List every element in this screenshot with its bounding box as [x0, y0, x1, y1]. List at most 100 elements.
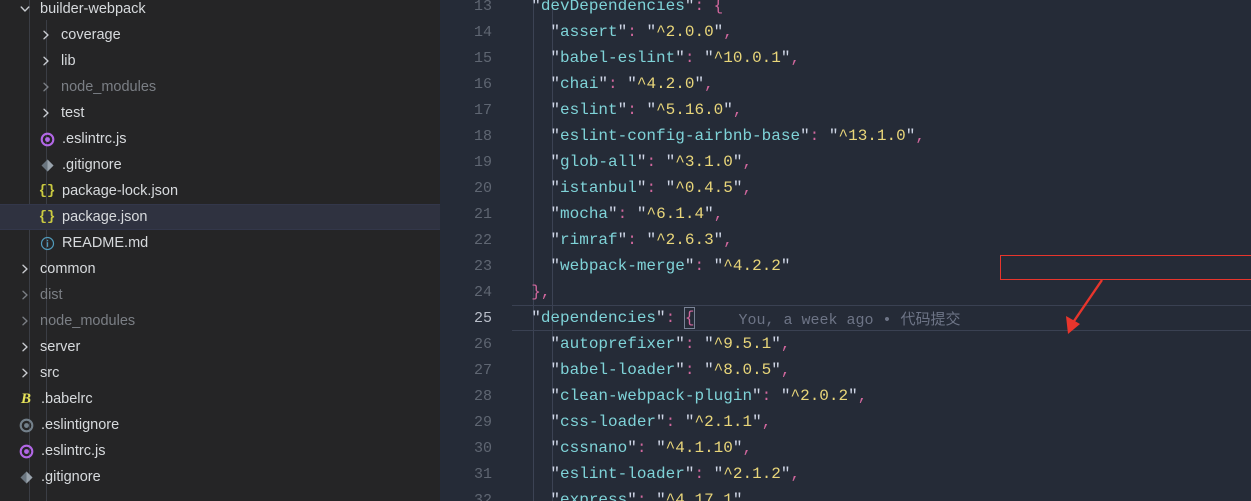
eslint-purple-icon [37, 130, 57, 148]
code-line[interactable]: 24 }, [440, 279, 1251, 305]
line-number: 29 [473, 413, 492, 431]
code-line[interactable]: 17 "eslint": "^5.16.0", [440, 97, 1251, 123]
tree-item-label: builder-webpack [40, 1, 146, 17]
chevron-right-icon[interactable] [16, 263, 34, 275]
tree-item-label: .eslintignore [41, 417, 120, 433]
line-number: 26 [473, 335, 492, 353]
tree-item-label: .eslintrc.js [41, 443, 106, 459]
code-line[interactable]: 29 "css-loader": "^2.1.1", [440, 409, 1251, 435]
tree-folder-lib[interactable]: lib [0, 48, 440, 74]
babel-icon: B [20, 390, 31, 407]
tree-file-gitignore[interactable]: .gitignore [0, 152, 440, 178]
tree-folder-coverage[interactable]: coverage [0, 22, 440, 48]
tree-item-label: node_modules [61, 79, 157, 95]
line-number: 27 [473, 361, 492, 379]
tree-folder-server[interactable]: server [0, 334, 440, 360]
line-content: "autoprefixer": "^9.5.1", [550, 335, 791, 353]
line-number: 22 [473, 231, 492, 249]
git-blame-annotation: You, a week ago • 代码提交 [738, 309, 961, 329]
code-line[interactable]: 31 "eslint-loader": "^2.1.2", [440, 461, 1251, 487]
line-number: 21 [473, 205, 492, 223]
code-line[interactable]: 20 "istanbul": "^0.4.5", [440, 175, 1251, 201]
line-number: 32 [473, 491, 492, 501]
tree-file-eslintrc-js[interactable]: .eslintrc.js [0, 126, 440, 152]
explorer-sidebar: builder-webpack coverage lib node_modules te… [0, 0, 440, 501]
chevron-right-icon[interactable] [16, 315, 34, 327]
tree-file-readme-md[interactable]: README.md [0, 230, 440, 256]
tree-item-label: src [40, 365, 60, 381]
line-content: "webpack-merge": "^4.2.2" [550, 257, 791, 275]
line-number: 17 [473, 101, 492, 119]
code-line[interactable]: 22 "rimraf": "^2.6.3", [440, 227, 1251, 253]
git-diamond-icon [16, 468, 36, 486]
line-content: "express": "^4.17.1", [550, 491, 753, 501]
code-line[interactable]: 28 "clean-webpack-plugin": "^2.0.2", [440, 383, 1251, 409]
code-line[interactable]: 21 "mocha": "^6.1.4", [440, 201, 1251, 227]
code-line[interactable]: 27 "babel-loader": "^8.0.5", [440, 357, 1251, 383]
tree-file-gitignore[interactable]: .gitignore [0, 464, 440, 490]
line-number: 24 [473, 283, 492, 301]
tree-item-label: common [40, 261, 96, 277]
eslint-purple-icon [16, 442, 36, 460]
tree-file-eslintrc-js[interactable]: .eslintrc.js [0, 438, 440, 464]
chevron-right-icon[interactable] [37, 81, 55, 93]
chevron-right-icon[interactable] [16, 341, 34, 353]
code-line[interactable]: 23 "webpack-merge": "^4.2.2" [440, 253, 1251, 279]
tree-item-label: .gitignore [62, 157, 122, 173]
tree-file-package-lock-json[interactable]: {} package-lock.json [0, 178, 440, 204]
tree-item-label: server [40, 339, 81, 355]
json-braces-icon: {} [38, 183, 56, 199]
code-editor[interactable]: 13 "devDependencies": {14 "assert": "^2.… [440, 0, 1251, 501]
line-number: 31 [473, 465, 492, 483]
tree-folder-common[interactable]: common [0, 256, 440, 282]
line-number: 16 [473, 75, 492, 93]
line-content: "mocha": "^6.1.4", [550, 205, 724, 223]
line-content: "babel-loader": "^8.0.5", [550, 361, 791, 379]
code-line[interactable]: 18 "eslint-config-airbnb-base": "^13.1.0… [440, 123, 1251, 149]
chevron-right-icon[interactable] [37, 107, 55, 119]
code-line[interactable]: 30 "cssnano": "^4.1.10", [440, 435, 1251, 461]
chevron-down-icon[interactable] [16, 3, 34, 15]
line-number: 28 [473, 387, 492, 405]
line-content: "istanbul": "^0.4.5", [550, 179, 753, 197]
code-line[interactable]: 26 "autoprefixer": "^9.5.1", [440, 331, 1251, 357]
code-line[interactable]: 15 "babel-eslint": "^10.0.1", [440, 45, 1251, 71]
line-content: "eslint": "^5.16.0", [550, 101, 743, 119]
vscode-window: builder-webpack coverage lib node_modules te… [0, 0, 1251, 501]
eslint-gray-icon [16, 416, 36, 434]
code-line[interactable]: 19 "glob-all": "^3.1.0", [440, 149, 1251, 175]
tree-folder-dist[interactable]: dist [0, 282, 440, 308]
tree-folder-test[interactable]: test [0, 100, 440, 126]
chevron-right-icon[interactable] [16, 367, 34, 379]
line-number: 13 [473, 0, 492, 15]
tree-item-label: .eslintrc.js [62, 131, 127, 147]
tree-item-label: test [61, 105, 85, 121]
chevron-right-icon[interactable] [37, 55, 55, 67]
tree-folder-node-modules[interactable]: node_modules [0, 308, 440, 334]
code-line[interactable]: 14 "assert": "^2.0.0", [440, 19, 1251, 45]
line-content: "rimraf": "^2.6.3", [550, 231, 733, 249]
tree-folder-builder-webpack[interactable]: builder-webpack [0, 0, 440, 22]
tree-item-label: coverage [61, 27, 121, 43]
line-content: "assert": "^2.0.0", [550, 23, 733, 41]
line-content: "eslint-config-airbnb-base": "^13.1.0", [550, 127, 925, 145]
code-line[interactable]: 13 "devDependencies": { [440, 0, 1251, 19]
chevron-right-icon[interactable] [16, 289, 34, 301]
chevron-right-icon[interactable] [37, 29, 55, 41]
tree-folder-src[interactable]: src [0, 360, 440, 386]
code-line[interactable]: 32 "express": "^4.17.1", [440, 487, 1251, 501]
line-number: 14 [473, 23, 492, 41]
tree-folder-node-modules[interactable]: node_modules [0, 74, 440, 100]
file-tree[interactable]: builder-webpack coverage lib node_modules te… [0, 0, 440, 490]
tree-item-label: node_modules [40, 313, 136, 329]
tree-file-package-json[interactable]: {} package.json [0, 204, 440, 230]
tree-file-eslintignore[interactable]: .eslintignore [0, 412, 440, 438]
tree-file-babelrc[interactable]: B .babelrc [0, 386, 440, 412]
line-content: }, [531, 283, 551, 301]
line-number: 15 [473, 49, 492, 67]
code-line[interactable]: 16 "chai": "^4.2.0", [440, 71, 1251, 97]
tree-item-label: dist [40, 287, 63, 303]
code-lines[interactable]: 13 "devDependencies": {14 "assert": "^2.… [440, 0, 1251, 501]
line-content: "babel-eslint": "^10.0.1", [550, 49, 801, 67]
code-line[interactable]: 25 "dependencies": {You, a week ago • 代码… [440, 305, 1251, 331]
